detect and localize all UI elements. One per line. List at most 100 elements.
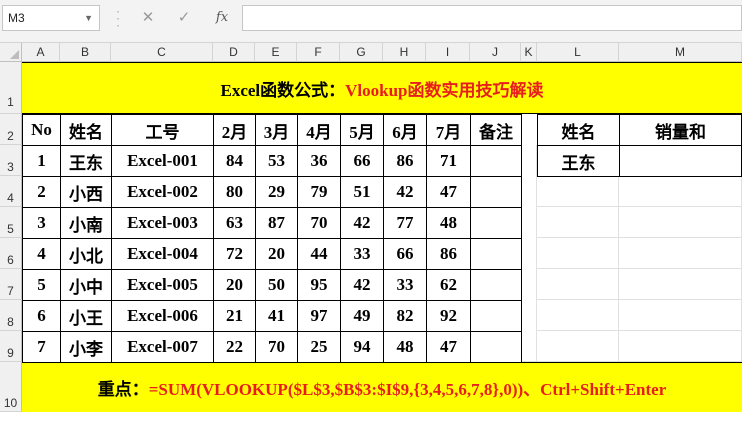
lookup-name-value[interactable]: 王东 <box>537 145 620 177</box>
row-header-3[interactable]: 3 <box>0 145 22 176</box>
cell-jun[interactable]: 42 <box>383 176 427 208</box>
cell-no[interactable]: 6 <box>22 300 61 332</box>
row-header-2[interactable]: 2 <box>0 114 22 145</box>
cell-jul[interactable]: 71 <box>426 145 471 177</box>
cell-l4[interactable] <box>537 176 619 207</box>
cell-id[interactable]: Excel-002 <box>111 176 214 208</box>
lookup-header-sum[interactable]: 销量和 <box>619 114 742 146</box>
cell-jun[interactable]: 77 <box>383 207 427 239</box>
header-jun[interactable]: 6月 <box>383 114 427 146</box>
cell-no[interactable]: 5 <box>22 269 61 301</box>
header-no[interactable]: No <box>22 114 61 146</box>
column-header-e[interactable]: E <box>255 43 297 62</box>
cell-jun[interactable]: 82 <box>383 300 427 332</box>
column-header-a[interactable]: A <box>22 43 60 62</box>
cell-id[interactable]: Excel-007 <box>111 331 214 363</box>
cell-name[interactable]: 王东 <box>60 145 112 177</box>
cell-id[interactable]: Excel-003 <box>111 207 214 239</box>
cell-apr[interactable]: 44 <box>297 238 341 270</box>
cell-no[interactable]: 4 <box>22 238 61 270</box>
select-all-corner[interactable] <box>0 43 22 62</box>
insert-function-icon[interactable]: fx <box>212 8 232 28</box>
cell-name[interactable]: 小南 <box>60 207 112 239</box>
cell-m4[interactable] <box>619 176 742 207</box>
cell-remarks[interactable] <box>470 300 522 332</box>
title-banner[interactable]: Excel函数公式： Vlookup函数实用技巧解读 <box>22 62 742 114</box>
chevron-down-icon[interactable]: ▼ <box>84 6 93 30</box>
cell-l5[interactable] <box>537 207 619 238</box>
footer-banner[interactable]: 重点： =SUM(VLOOKUP($L$3,$B$3:$I$9,{3,4,5,6,… <box>22 362 742 412</box>
cell-feb[interactable]: 84 <box>213 145 256 177</box>
cell-may[interactable]: 66 <box>340 145 384 177</box>
cell-remarks[interactable] <box>470 207 522 239</box>
column-header-g[interactable]: G <box>340 43 383 62</box>
cell-apr[interactable]: 79 <box>297 176 341 208</box>
cell-id[interactable]: Excel-001 <box>111 145 214 177</box>
cell-apr[interactable]: 70 <box>297 207 341 239</box>
cell-name[interactable]: 小李 <box>60 331 112 363</box>
cell-jul[interactable]: 92 <box>426 300 471 332</box>
cell-apr[interactable]: 95 <box>297 269 341 301</box>
header-apr[interactable]: 4月 <box>297 114 341 146</box>
header-id[interactable]: 工号 <box>111 114 214 146</box>
cell-apr[interactable]: 25 <box>297 331 341 363</box>
column-header-c[interactable]: C <box>111 43 213 62</box>
cell-jun[interactable]: 33 <box>383 269 427 301</box>
cell-remarks[interactable] <box>470 145 522 177</box>
row-header-4[interactable]: 4 <box>0 176 22 207</box>
column-header-b[interactable]: B <box>60 43 111 62</box>
cell-m7[interactable] <box>619 269 742 300</box>
cell-jul[interactable]: 47 <box>426 331 471 363</box>
row-header-9[interactable]: 9 <box>0 331 22 362</box>
column-header-h[interactable]: H <box>383 43 426 62</box>
cell-remarks[interactable] <box>470 331 522 363</box>
cell-l9[interactable] <box>537 331 619 362</box>
header-remarks[interactable]: 备注 <box>470 114 522 146</box>
cell-mar[interactable]: 87 <box>255 207 298 239</box>
row-header-8[interactable]: 8 <box>0 300 22 331</box>
cell-name[interactable]: 小王 <box>60 300 112 332</box>
row-header-10[interactable]: 10 <box>0 362 22 412</box>
column-header-f[interactable]: F <box>297 43 340 62</box>
name-box[interactable]: M3 ▼ <box>2 5 100 31</box>
cell-jun[interactable]: 48 <box>383 331 427 363</box>
cell-jul[interactable]: 86 <box>426 238 471 270</box>
column-header-k[interactable]: K <box>521 43 537 62</box>
lookup-header-name[interactable]: 姓名 <box>537 114 620 146</box>
cancel-icon[interactable]: ✕ <box>138 8 158 28</box>
column-header-d[interactable]: D <box>213 43 255 62</box>
cell-k-column[interactable] <box>521 145 537 362</box>
cell-may[interactable]: 42 <box>340 207 384 239</box>
cell-no[interactable]: 3 <box>22 207 61 239</box>
column-header-l[interactable]: L <box>537 43 619 62</box>
cell-remarks[interactable] <box>470 176 522 208</box>
cell-m9[interactable] <box>619 331 742 362</box>
cell-l6[interactable] <box>537 238 619 269</box>
cell-mar[interactable]: 70 <box>255 331 298 363</box>
cell-jul[interactable]: 47 <box>426 176 471 208</box>
cell-mar[interactable]: 41 <box>255 300 298 332</box>
header-feb[interactable]: 2月 <box>213 114 256 146</box>
row-header-6[interactable]: 6 <box>0 238 22 269</box>
cell-m8[interactable] <box>619 300 742 331</box>
cell-no[interactable]: 2 <box>22 176 61 208</box>
cell-l8[interactable] <box>537 300 619 331</box>
cell-jul[interactable]: 62 <box>426 269 471 301</box>
cell-may[interactable]: 49 <box>340 300 384 332</box>
cell-mar[interactable]: 29 <box>255 176 298 208</box>
cell-no[interactable]: 1 <box>22 145 61 177</box>
header-may[interactable]: 5月 <box>340 114 384 146</box>
cell-feb[interactable]: 63 <box>213 207 256 239</box>
cell-jun[interactable]: 86 <box>383 145 427 177</box>
cell-name[interactable]: 小北 <box>60 238 112 270</box>
cell-id[interactable]: Excel-004 <box>111 238 214 270</box>
check-icon[interactable]: ✓ <box>174 8 194 28</box>
header-mar[interactable]: 3月 <box>255 114 298 146</box>
lookup-sum-value[interactable] <box>619 145 742 177</box>
cell-name[interactable]: 小中 <box>60 269 112 301</box>
cell-m6[interactable] <box>619 238 742 269</box>
cell-may[interactable]: 94 <box>340 331 384 363</box>
row-header-7[interactable]: 7 <box>0 269 22 300</box>
cell-apr[interactable]: 36 <box>297 145 341 177</box>
cell-may[interactable]: 42 <box>340 269 384 301</box>
